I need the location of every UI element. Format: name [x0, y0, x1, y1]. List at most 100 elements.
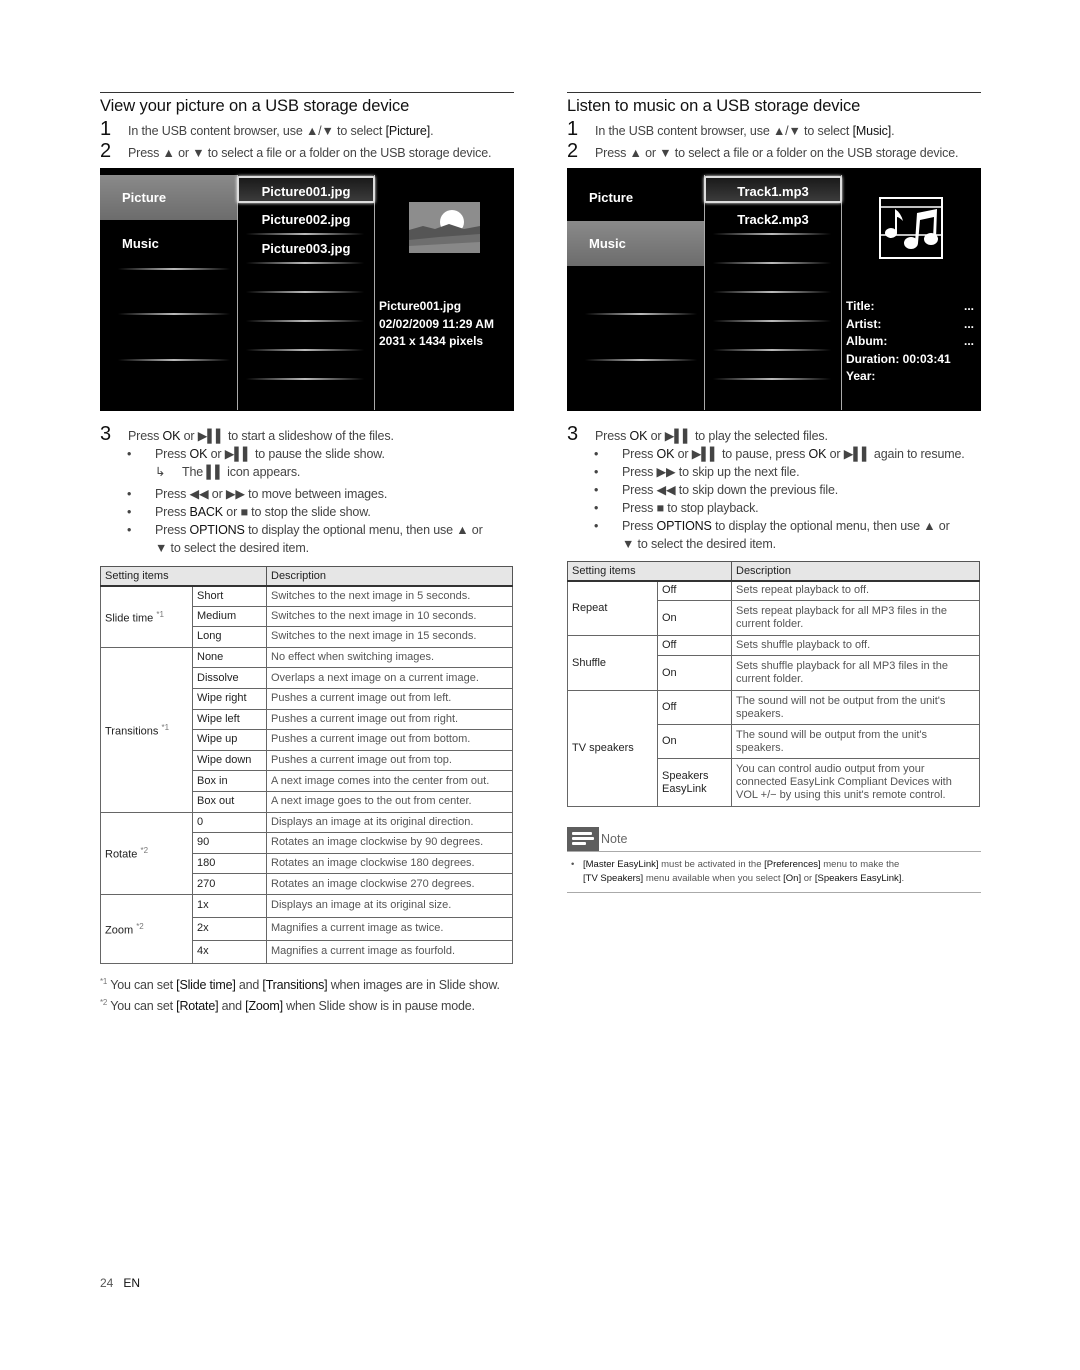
divider	[713, 378, 831, 380]
setting-option: Box in	[192, 770, 267, 792]
divider	[713, 320, 831, 322]
table-row: Rotate *2 0 Displays an image at its origi…	[100, 811, 513, 895]
note-icon	[567, 827, 599, 851]
note-label: Note	[601, 832, 628, 846]
table-row: Transitions *1 None No effect when switchi…	[100, 646, 513, 813]
setting-description: The sound will be output from the unit's…	[731, 724, 980, 759]
setting-description: Pushes a current image out from right.	[266, 708, 513, 731]
file-info: Picture001.jpg 02/02/2009 11:29 AM 2031 …	[379, 299, 494, 348]
setting-item: Zoom *2	[100, 893, 193, 964]
setting-option: Off	[657, 635, 732, 656]
bullet: • Press ■ to stop playback.	[594, 501, 759, 515]
divider	[246, 291, 364, 293]
column-header: Setting items	[567, 561, 732, 582]
setting-option: Off	[657, 580, 732, 601]
bullet: • Press OPTIONS to display the optional m…	[127, 523, 483, 537]
divider	[585, 359, 697, 361]
note-header: Note	[567, 827, 981, 851]
note-text: • [Master EasyLink] must be activated in …	[567, 851, 981, 893]
divider	[713, 262, 831, 264]
setting-description: No effect when switching images.	[266, 646, 513, 669]
divider	[246, 349, 364, 351]
footnote: *2 You can set [Rotate] and [Zoom] when …	[100, 998, 475, 1014]
setting-option: Speakers EasyLink	[657, 758, 732, 807]
category-picture[interactable]: Picture	[567, 175, 704, 220]
bullet-continuation: ▼ to select the desired item.	[622, 537, 776, 551]
category-music[interactable]: Music	[100, 221, 237, 266]
table-row: Slide time *1 Short Switches to the next i…	[100, 585, 513, 648]
setting-description: Sets repeat playback to off.	[731, 580, 980, 601]
setting-description: Switches to the next image in 15 seconds…	[266, 626, 513, 648]
bullet-result: ↳ The ▌▌ icon appears.	[155, 465, 301, 479]
page-footer: 24 EN	[100, 1276, 140, 1290]
setting-option: 0	[192, 811, 267, 834]
table-row: Repeat Off Sets repeat playback to off.	[567, 580, 980, 636]
bullet-continuation: ▼ to select the desired item.	[155, 541, 309, 555]
page-number: 24	[100, 1276, 114, 1290]
setting-description: Rotates an image clockwise by 90 degrees…	[266, 832, 513, 854]
column-header: Setting items	[100, 566, 267, 587]
step-1: 1 In the USB content browser, use ▲/▼ to …	[567, 118, 895, 140]
setting-description: Sets shuffle playback for all MP3 files …	[731, 655, 980, 691]
divider	[713, 349, 831, 351]
setting-description: Sets repeat playback for all MP3 files i…	[731, 600, 980, 636]
setting-option: Box out	[192, 790, 267, 813]
divider	[713, 233, 831, 235]
setting-option: 180	[192, 852, 267, 875]
bullet: • Press OK or ▶▌▌ to pause, press OK or ▶…	[594, 447, 965, 461]
footnote: *1 You can set [Slide time] and [Transit…	[100, 976, 500, 993]
file-item[interactable]: Picture002.jpg	[237, 206, 375, 233]
setting-description: Displays an image at its original size.	[266, 893, 513, 918]
picture-section: View your picture on a USB storage devic…	[100, 92, 514, 1015]
divider	[118, 359, 230, 361]
setting-option: Long	[192, 626, 267, 648]
setting-description: Overlaps a next image on a current image…	[266, 667, 513, 689]
category-music[interactable]: Music	[567, 221, 704, 266]
file-item[interactable]: Picture003.jpg	[237, 235, 375, 262]
setting-item: Rotate *2	[100, 811, 193, 895]
picture-browser-screen: Picture Music Picture001.jpg Picture002.…	[100, 168, 514, 411]
setting-description: Magnifies a current image as twice.	[266, 916, 513, 941]
file-item-selected[interactable]: Picture001.jpg	[237, 176, 375, 203]
setting-option: Dissolve	[192, 667, 267, 689]
setting-description: Rotates an image clockwise 270 degrees.	[266, 873, 513, 895]
step-2: 2 Press ▲ or ▼ to select a file or a fold…	[567, 140, 959, 162]
setting-option: On	[657, 655, 732, 691]
setting-description: Pushes a current image out from left.	[266, 687, 513, 710]
setting-description: Displays an image at its original direct…	[266, 811, 513, 834]
setting-item: Transitions *1	[100, 646, 193, 813]
divider	[118, 268, 230, 270]
setting-option: 90	[192, 832, 267, 854]
setting-option: Wipe up	[192, 729, 267, 751]
result-arrow-icon: ↳	[155, 465, 166, 479]
setting-option: On	[657, 600, 732, 636]
step-3: 3 Press OK or ▶▌▌ to play the selected fi…	[567, 423, 828, 445]
table-row: Shuffle Off Sets shuffle playback to off.	[567, 635, 980, 691]
divider	[713, 291, 831, 293]
music-section: Listen to music on a USB storage device …	[567, 92, 981, 893]
setting-option: Off	[657, 690, 732, 725]
music-browser-screen: Picture Music Track1.mp3 Track2.mp3 Titl…	[567, 168, 981, 411]
file-item-selected[interactable]: Track1.mp3	[704, 176, 842, 203]
setting-description: Rotates an image clockwise 180 degrees.	[266, 852, 513, 875]
setting-option: Wipe left	[192, 708, 267, 731]
picture-settings-table: Setting items Description Slide time *1 S…	[100, 566, 513, 964]
divider	[246, 320, 364, 322]
category-picture[interactable]: Picture	[100, 175, 237, 220]
setting-description: A next image goes to the out from center…	[266, 790, 513, 813]
setting-description: Pushes a current image out from bottom.	[266, 729, 513, 751]
setting-description: You can control audio output from your c…	[731, 758, 980, 807]
bullet: • Press OPTIONS to display the optional m…	[594, 519, 950, 533]
table-row: Zoom *2 1x Displays an image at its origin…	[100, 893, 513, 964]
setting-option: 4x	[192, 939, 267, 964]
bullet: • Press OK or ▶▌▌ to pause the slide show…	[127, 447, 385, 461]
column-header: Description	[731, 561, 980, 582]
bullet: • Press BACK or ■ to stop the slide show.	[127, 505, 371, 519]
step-2: 2 Press ▲ or ▼ to select a file or a fold…	[100, 140, 492, 162]
step-3: 3 Press OK or ▶▌▌ to start a slideshow of…	[100, 423, 394, 445]
divider	[118, 313, 230, 315]
setting-option: 270	[192, 873, 267, 895]
setting-option: 2x	[192, 916, 267, 941]
divider	[585, 313, 697, 315]
file-item[interactable]: Track2.mp3	[704, 206, 842, 233]
